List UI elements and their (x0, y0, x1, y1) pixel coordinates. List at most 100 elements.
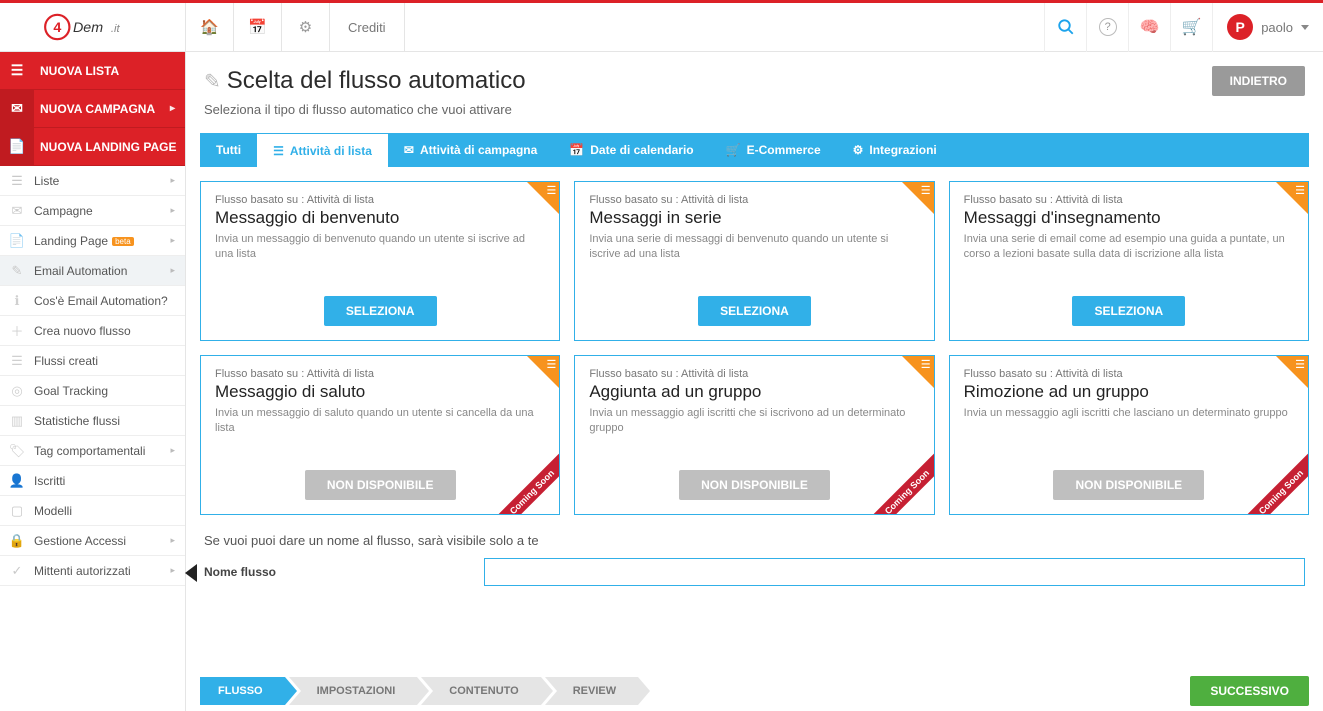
card-4: ☰Flusso basato su : Attività di lista Agg… (574, 355, 934, 515)
tab-3[interactable]: 📅Date di calendario (553, 133, 709, 167)
cart-icon[interactable]: 🛒 (1170, 3, 1212, 52)
sidebar-item-9[interactable]: 🏷Tag comportamentali▸ (0, 436, 185, 466)
tab-icon: 📅 (569, 143, 584, 157)
card-action-button[interactable]: SELEZIONA (698, 296, 811, 326)
sidebar-item-6[interactable]: ☰Flussi creati (0, 346, 185, 376)
sidebar-item-icon: ✓ (0, 556, 34, 585)
sidebar-item-icon: 🔒 (0, 526, 34, 555)
wizard-step-2[interactable]: CONTENUTO (421, 677, 540, 705)
gear-icon[interactable]: ⚙ (282, 3, 330, 52)
crediti-link[interactable]: Crediti (330, 3, 405, 52)
coming-soon-ribbon: Coming Soon (864, 444, 934, 514)
sidebar-item-icon: 👤 (0, 466, 34, 495)
sidebar-primary-label: NUOVA LANDING PAGE (34, 140, 185, 154)
sidebar-item-icon: ▢ (0, 496, 34, 525)
chevron-right-icon: ▸ (170, 445, 185, 456)
card-desc: Invia una serie di email come ad esempio… (964, 232, 1294, 296)
collapse-sidebar[interactable] (185, 564, 197, 582)
sidebar-primary-0[interactable]: ☰NUOVA LISTA (0, 52, 185, 90)
sidebar-item-label: Goal Tracking (34, 384, 185, 398)
tab-icon: ⚙ (853, 143, 864, 157)
chevron-right-icon: ▸ (170, 565, 185, 576)
sidebar-item-10[interactable]: 👤Iscritti (0, 466, 185, 496)
sidebar-item-4[interactable]: ℹCos'è Email Automation? (0, 286, 185, 316)
card-action-button[interactable]: SELEZIONA (1072, 296, 1185, 326)
card-action-button: NON DISPONIBILE (305, 470, 456, 500)
sidebar-item-5[interactable]: ＋Crea nuovo flusso (0, 316, 185, 346)
sidebar-item-icon: ☰ (0, 346, 34, 375)
coming-soon-ribbon: Coming Soon (1238, 444, 1308, 514)
user-menu[interactable]: P paolo (1212, 3, 1323, 52)
tab-2[interactable]: ✉Attività di campagna (388, 133, 553, 167)
sidebar-item-7[interactable]: ◎Goal Tracking (0, 376, 185, 406)
sidebar-item-icon: ＋ (0, 316, 34, 345)
list-icon: ☰ (546, 358, 556, 371)
sidebar-item-label: Crea nuovo flusso (34, 324, 185, 338)
calendar-icon[interactable]: 📅 (234, 3, 282, 52)
card-eyebrow: Flusso basato su : Attività di lista (215, 194, 545, 206)
notifications-icon[interactable]: 🧠 (1128, 3, 1170, 52)
next-button[interactable]: SUCCESSIVO (1190, 676, 1309, 706)
tab-4[interactable]: 🛒E-Commerce (710, 133, 837, 167)
sidebar-item-11[interactable]: ▢Modelli (0, 496, 185, 526)
sidebar-item-3[interactable]: ✎Email Automation▸ (0, 256, 185, 286)
chevron-right-icon: ▸ (170, 103, 185, 114)
tab-icon: ☰ (273, 144, 284, 158)
card-title: Aggiunta ad un gruppo (589, 382, 919, 402)
card-eyebrow: Flusso basato su : Attività di lista (589, 194, 919, 206)
sidebar-item-icon: ✉ (0, 196, 34, 225)
tab-icon: 🛒 (726, 143, 741, 157)
sidebar-item-8[interactable]: ▥Statistiche flussi (0, 406, 185, 436)
sidebar-item-icon: ☰ (0, 166, 34, 195)
list-icon: ☰ (1295, 358, 1305, 371)
card-action-button[interactable]: SELEZIONA (324, 296, 437, 326)
sidebar-item-1[interactable]: ✉Campagne▸ (0, 196, 185, 226)
topbar: 4 Dem .it 🏠 📅 ⚙ Crediti ? 🧠 🛒 P paolo (0, 3, 1323, 52)
card-eyebrow: Flusso basato su : Attività di lista (964, 368, 1294, 380)
card-title: Messaggio di saluto (215, 382, 545, 402)
sidebar-item-13[interactable]: ✓Mittenti autorizzati▸ (0, 556, 185, 586)
tab-label: Integrazioni (869, 143, 936, 157)
page-subtitle: Seleziona il tipo di flusso automatico c… (186, 102, 1323, 129)
sidebar-item-icon: 🏷 (0, 436, 34, 465)
tab-0[interactable]: Tutti (200, 133, 257, 167)
sidebar-item-0[interactable]: ☰Liste▸ (0, 166, 185, 196)
tab-icon: ✉ (404, 143, 414, 157)
list-icon: ☰ (921, 358, 931, 371)
wizard-step-1[interactable]: IMPOSTAZIONI (289, 677, 418, 705)
sidebar-item-label: Iscritti (34, 474, 185, 488)
user-name: paolo (1261, 20, 1293, 35)
cards-grid: ☰Flusso basato su : Attività di listaMes… (186, 167, 1323, 529)
wizard-step-3[interactable]: REVIEW (545, 677, 638, 705)
sidebar-item-2[interactable]: 📄Landing Pagebeta▸ (0, 226, 185, 256)
card-3: ☰Flusso basato su : Attività di lista Mes… (200, 355, 560, 515)
card-eyebrow: Flusso basato su : Attività di lista (215, 368, 545, 380)
chevron-right-icon: ▸ (170, 235, 185, 246)
sidebar-primary-1[interactable]: ✉NUOVA CAMPAGNA▸ (0, 90, 185, 128)
wand-icon: ✎ (204, 69, 221, 94)
tab-1[interactable]: ☰ Attività di lista (257, 133, 388, 167)
chevron-right-icon: ▸ (170, 175, 185, 186)
svg-text:.it: .it (110, 23, 120, 35)
back-button[interactable]: INDIETRO (1212, 66, 1305, 96)
sidebar-item-12[interactable]: 🔒Gestione Accessi▸ (0, 526, 185, 556)
tab-5[interactable]: ⚙ Integrazioni (837, 133, 953, 167)
sidebar-primary-2[interactable]: 📄NUOVA LANDING PAGE (0, 128, 185, 166)
svg-text:Dem: Dem (73, 20, 103, 36)
brand-logo[interactable]: 4 Dem .it (0, 3, 186, 52)
tab-label: Attività di lista (290, 144, 372, 158)
card-eyebrow: Flusso basato su : Attività di lista (589, 368, 919, 380)
home-icon[interactable]: 🏠 (186, 3, 234, 52)
search-icon[interactable] (1044, 3, 1086, 52)
help-icon[interactable]: ? (1086, 3, 1128, 52)
card-1: ☰Flusso basato su : Attività di listaMes… (574, 181, 934, 341)
card-action-button: NON DISPONIBILE (679, 470, 830, 500)
wizard-step-0[interactable]: FLUSSO (200, 677, 285, 705)
card-title: Messaggi in serie (589, 208, 919, 228)
svg-text:4: 4 (53, 20, 61, 36)
chevron-right-icon: ▸ (170, 265, 185, 276)
flow-name-input[interactable] (484, 558, 1305, 586)
sidebar-item-icon: ▥ (0, 406, 34, 435)
sidebar-item-label: Cos'è Email Automation? (34, 294, 185, 308)
tabs: Tutti ☰ Attività di lista ✉Attività di camp… (200, 133, 1309, 167)
